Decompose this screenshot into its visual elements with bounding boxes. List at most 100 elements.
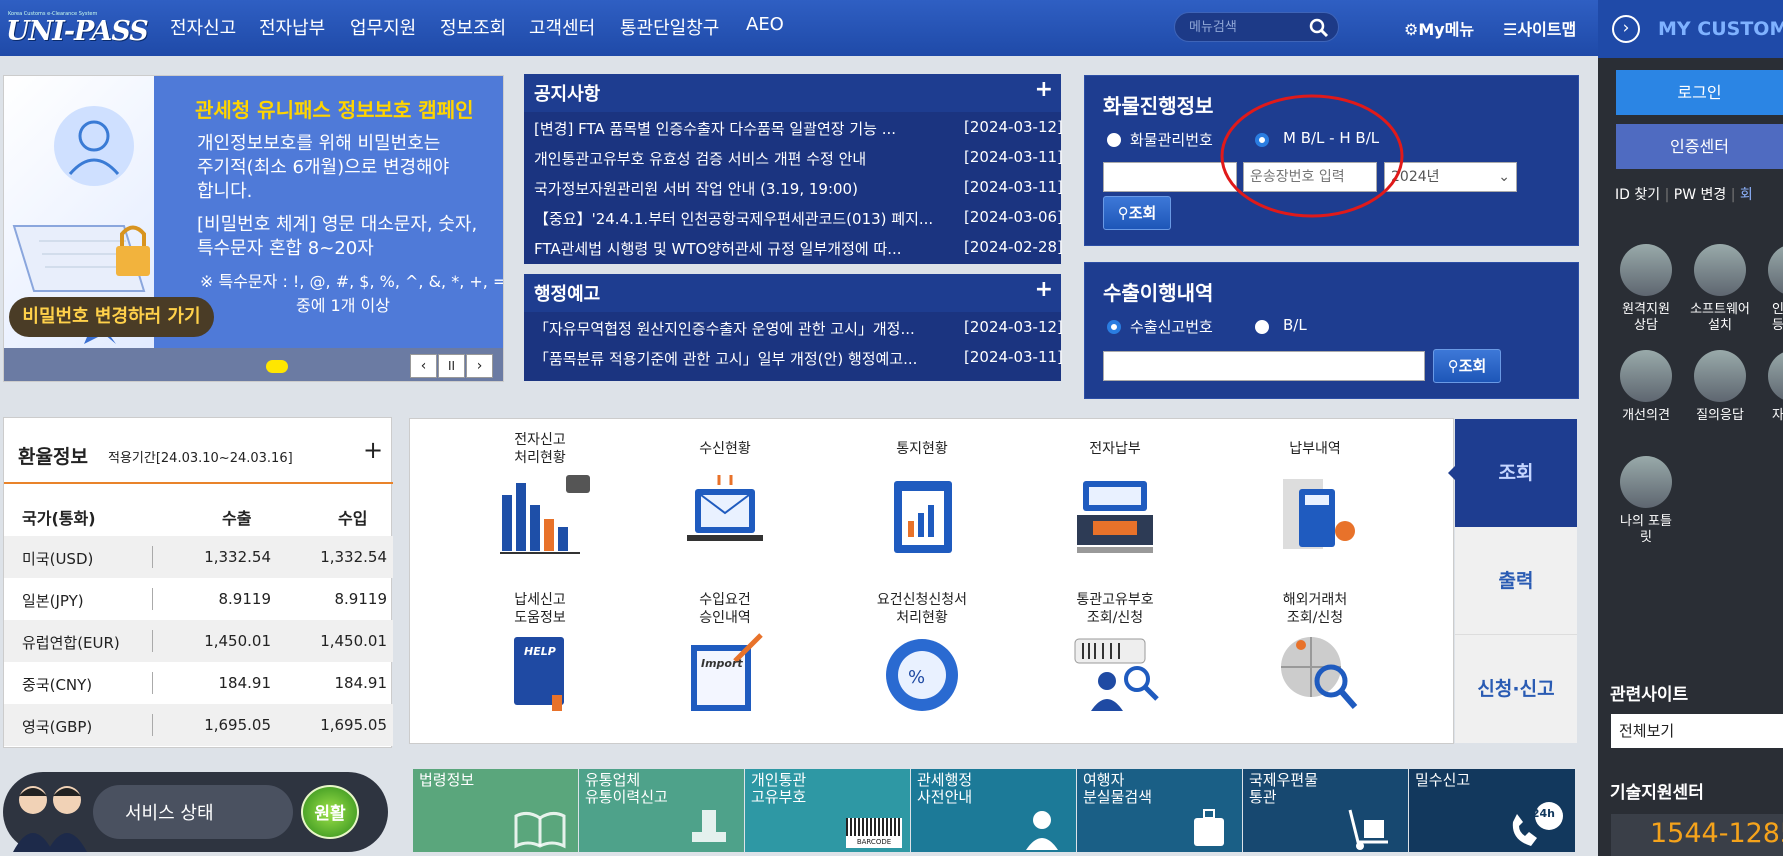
service-label: 전자납부	[1089, 441, 1141, 457]
change-password-button[interactable]: 비밀번호 변경하러 가기	[9, 297, 214, 337]
sitemap-button[interactable]: ☰사이트맵	[1503, 16, 1576, 40]
chevron-right-circle-icon[interactable]: ›	[1612, 15, 1640, 43]
notice-item[interactable]: 【중요】'24.4.1.부터 인천공항국제우편세관코드(013) 폐지...	[534, 208, 944, 229]
notice-item[interactable]: FTA관세법 시행령 및 WTO양허관세 규정 일부개정에 따...	[534, 238, 944, 259]
nav-business-support[interactable]: 업무지원	[350, 14, 416, 40]
my-menu-label: My메뉴	[1418, 20, 1475, 39]
tab-apply[interactable]: 신청·신고	[1455, 635, 1577, 743]
cert-register-item[interactable]: 인 등	[1768, 244, 1783, 334]
nav-single-window[interactable]: 통관단일창구	[620, 14, 719, 40]
nav-info-lookup[interactable]: 정보조회	[440, 14, 506, 40]
admin-notice-item[interactable]: 「품목분류 적용기준에 관한 고시」일부 개정(안) 행정예고...	[534, 348, 954, 369]
my-portlet-item[interactable]: 나의 포틀 릿	[1620, 456, 1680, 546]
notice-title: 공지사항	[524, 74, 1061, 112]
radio-export-number[interactable]	[1107, 320, 1121, 334]
tab-lookup[interactable]: 조회	[1455, 419, 1577, 527]
radio-cargo-number[interactable]	[1107, 133, 1121, 147]
cert-register-label: 인 등	[1772, 302, 1783, 333]
tile-law-info[interactable]: 법령정보	[413, 769, 578, 852]
rate-row: 중국(CNY) 184.91 184.91	[4, 662, 393, 704]
stamp-icon	[692, 810, 726, 842]
payment-terminal-icon	[1077, 481, 1153, 553]
service-item-payment-history[interactable]: 납부내역	[1265, 431, 1365, 571]
rate-export: 1,332.54	[204, 548, 271, 566]
tile-distribution-report[interactable]: 유통업체 유통이력신고	[579, 769, 744, 852]
unipass-logo[interactable]: Korea Customs e-Clearance System UNI-PAS…	[6, 10, 149, 50]
related-sites-select[interactable]: 전체보기	[1611, 714, 1783, 748]
radio-bl-label: B/L	[1283, 316, 1307, 334]
rate-more-icon[interactable]: +	[363, 436, 383, 464]
search-icon[interactable]	[1309, 18, 1329, 38]
service-item-notice-status[interactable]: 통지현황	[872, 431, 972, 571]
tab-print[interactable]: 출력	[1455, 527, 1577, 635]
service-item-overseas-partner[interactable]: 해외거래처 조회/신청	[1255, 591, 1375, 731]
service-label: 수신현황	[699, 441, 751, 457]
tile-smuggling-report[interactable]: 밀수신고 24h	[1409, 769, 1575, 852]
cert-center-button[interactable]: 인증센터	[1616, 124, 1783, 169]
register-link[interactable]: 회	[1740, 187, 1753, 203]
rate-sep	[152, 630, 153, 652]
gear-icon: ⚙	[1404, 20, 1419, 39]
cargo-title: 화물진행정보	[1103, 94, 1214, 118]
qna-item[interactable]: 질의응답	[1694, 350, 1754, 424]
resource-item[interactable]: 자	[1768, 350, 1783, 424]
banner-special-line: ※ 특수문자 : !, @, #, $, %, ^, &, *, +, =, _	[200, 272, 504, 291]
service-item-receive-status[interactable]: 수신현황	[675, 431, 775, 571]
find-id-link[interactable]: ID 찾기	[1615, 187, 1660, 203]
nav-aeo[interactable]: AEO	[746, 14, 784, 35]
rate-country: 유럽연합(EUR)	[22, 634, 120, 652]
notice-item[interactable]: 국가정보자원관리원 서버 작업 안내 (3.19, 19:00)	[534, 178, 944, 199]
export-search-button[interactable]: ⚲조회	[1433, 349, 1501, 383]
service-item-ereport-status[interactable]: 전자신고 처리현황	[490, 431, 590, 571]
link-sep: |	[1726, 187, 1740, 203]
tile-label: 여행자 분실물검색	[1083, 771, 1153, 806]
service-item-import-approval[interactable]: 수입요건 승인내역 Import	[675, 591, 775, 731]
globe-search-icon	[1281, 637, 1358, 709]
remote-support-item[interactable]: 원격지원 상담	[1620, 244, 1680, 334]
export-input[interactable]	[1103, 351, 1425, 381]
change-pw-link[interactable]: PW 변경	[1674, 187, 1727, 203]
svg-text:%: %	[908, 667, 925, 688]
account-links: ID 찾기 | PW 변경 | 회	[1615, 184, 1753, 204]
admin-notice-item[interactable]: 「자유무역협정 원산지인증수출자 운영에 관한 고시」개정...	[534, 318, 954, 339]
cargo-input-mbl[interactable]	[1103, 162, 1237, 192]
rate-sep	[152, 672, 153, 694]
clipboard-chart-icon	[894, 481, 952, 553]
campaign-banner[interactable]: 관세청 유니패스 정보보호 캠페인 개인정보보호를 위해 비밀번호는 주기적(최…	[3, 75, 504, 382]
chevron-right-icon[interactable]: ›	[466, 354, 493, 378]
software-install-item[interactable]: 소프트웨어 설치	[1690, 244, 1754, 334]
tile-personal-customs-code[interactable]: 개인통관 고유부호 BARCODE	[745, 769, 910, 852]
feedback-item[interactable]: 개선의견	[1620, 350, 1680, 424]
banner-indicator[interactable]	[266, 360, 288, 373]
nav-electronic-report[interactable]: 전자신고	[170, 14, 236, 40]
admin-notice-panel: 행정예고 + 「자유무역협정 원산지인증수출자 운영에 관한 고시」개정... …	[524, 274, 1063, 381]
rate-export: 1,450.01	[204, 632, 271, 650]
service-label: 통관고유부호 조회/신청	[1076, 592, 1154, 626]
service-item-requirement-status[interactable]: 요건신청신청서 처리현황 %	[862, 591, 982, 731]
cargo-search-button[interactable]: ⚲조회	[1103, 196, 1171, 230]
import-document-icon	[691, 633, 763, 711]
radio-bl[interactable]	[1255, 320, 1269, 334]
chevron-left-icon[interactable]: ‹	[410, 354, 437, 378]
admin-notice-more-icon[interactable]: +	[1035, 277, 1053, 302]
rate-sep	[152, 588, 153, 610]
red-annotation-ellipse	[1220, 94, 1404, 218]
menu-search-input[interactable]	[1189, 17, 1304, 37]
tile-customs-preview[interactable]: 관세행정 사전안내	[911, 769, 1076, 852]
service-item-customs-code[interactable]: 통관고유부호 조회/신청	[1055, 591, 1175, 731]
rate-export: 184.91	[218, 674, 272, 692]
login-button[interactable]: 로그인	[1616, 70, 1783, 115]
tile-lost-items[interactable]: 여행자 분실물검색	[1077, 769, 1242, 852]
notice-more-icon[interactable]: +	[1035, 77, 1053, 102]
tile-intl-mail[interactable]: 국제우편물 통관	[1243, 769, 1408, 852]
notice-item[interactable]: [변경] FTA 품목별 인증수출자 다수품목 일괄연장 기능 ...	[534, 118, 944, 139]
pause-icon[interactable]: II	[438, 354, 465, 378]
my-menu-button[interactable]: ⚙My메뉴	[1404, 16, 1474, 40]
notice-item[interactable]: 개인통관고유부호 유효성 검증 서비스 개편 수정 안내	[534, 148, 944, 169]
service-item-epayment[interactable]: 전자납부	[1065, 431, 1165, 571]
nav-electronic-payment[interactable]: 전자납부	[259, 14, 325, 40]
service-item-tax-help[interactable]: 납세신고 도움정보 HELP	[490, 591, 590, 731]
rate-sep	[152, 546, 153, 568]
radio-export-number-label: 수출신고번호	[1130, 318, 1213, 336]
nav-customer-center[interactable]: 고객센터	[529, 14, 595, 40]
